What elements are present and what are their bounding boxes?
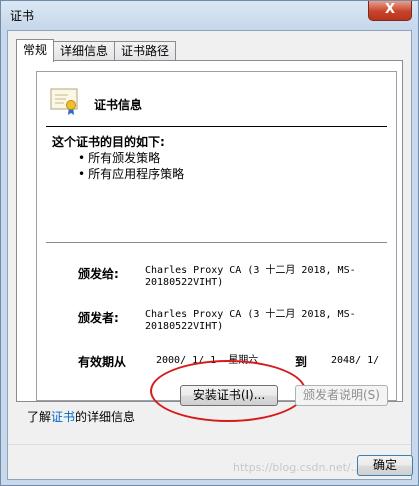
purpose-item: 所有颁发策略 bbox=[78, 150, 184, 166]
valid-to-value: 2048/ 1/ bbox=[331, 355, 380, 366]
general-tab-panel: 证书信息 这个证书的目的如下: 所有颁发策略 所有应用程序策略 颁发给: Cha… bbox=[16, 60, 403, 402]
close-icon: X bbox=[384, 2, 396, 17]
divider bbox=[46, 126, 387, 127]
watermark: https://blog.csdn.net/... bbox=[233, 461, 362, 474]
issued-to-value: Charles Proxy CA (3 十二月 2018, MS- 201805… bbox=[145, 265, 356, 288]
tab-details[interactable]: 详细信息 bbox=[53, 41, 116, 61]
certificate-icon bbox=[50, 88, 78, 115]
issued-to-label: 颁发给: bbox=[78, 267, 119, 281]
learn-more-suffix: 的详细信息 bbox=[75, 410, 136, 424]
valid-to-label: 到 bbox=[295, 355, 308, 369]
purpose-heading: 这个证书的目的如下: bbox=[52, 135, 165, 149]
close-button[interactable]: X bbox=[368, 1, 412, 21]
divider bbox=[46, 242, 387, 243]
tab-certification-path[interactable]: 证书路径 bbox=[114, 41, 177, 61]
issued-by-value: Charles Proxy CA (3 十二月 2018, MS- 201805… bbox=[145, 309, 356, 332]
valid-from-label: 有效期从 bbox=[78, 355, 127, 369]
issuer-statement-button[interactable]: 颁发者说明(S) bbox=[295, 385, 388, 406]
footer-divider bbox=[8, 444, 411, 445]
certificate-help-link[interactable]: 证书 bbox=[51, 410, 75, 424]
learn-more-prefix: 了解 bbox=[27, 410, 52, 424]
learn-more-text: 了解证书的详细信息 bbox=[27, 408, 135, 425]
ok-button[interactable]: 确定 bbox=[357, 455, 413, 476]
tab-strip: 常规 详细信息 证书路径 bbox=[16, 39, 177, 62]
issued-by-label: 颁发者: bbox=[78, 311, 119, 325]
purpose-list: 所有颁发策略 所有应用程序策略 bbox=[78, 150, 184, 182]
purpose-item: 所有应用程序策略 bbox=[78, 166, 184, 182]
install-certificate-button[interactable]: 安装证书(I)... bbox=[180, 385, 278, 406]
window-title: 证书 bbox=[10, 9, 35, 23]
title-bar[interactable]: 证书 X bbox=[1, 1, 418, 30]
certificate-info-heading: 证书信息 bbox=[94, 98, 143, 112]
certificate-info-box: 证书信息 这个证书的目的如下: 所有颁发策略 所有应用程序策略 颁发给: Cha… bbox=[36, 71, 397, 401]
certificate-dialog: 证书 X 常规 详细信息 证书路径 证书信息 这个证书的目的如下: • 所有颁发… bbox=[0, 0, 419, 486]
tab-general[interactable]: 常规 bbox=[16, 39, 55, 62]
dialog-client: 常规 详细信息 证书路径 证书信息 这个证书的目的如下: 所有颁发策略 bbox=[7, 30, 413, 480]
